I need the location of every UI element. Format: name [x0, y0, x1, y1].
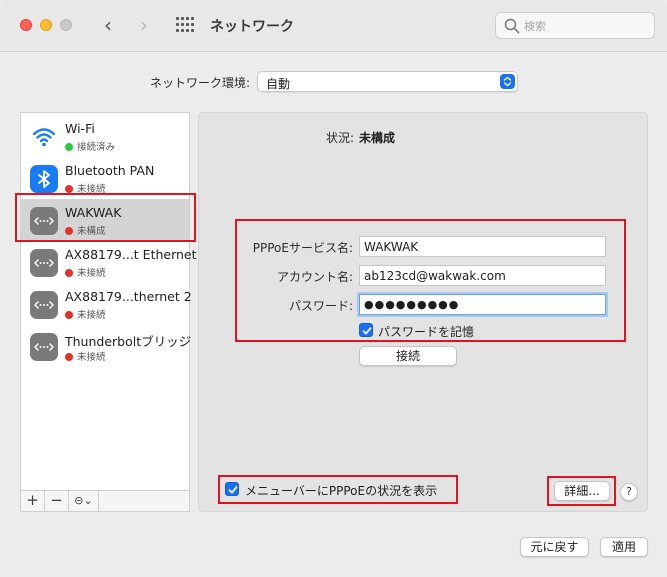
location-value: 自動: [266, 77, 291, 91]
status-dot-icon: [65, 142, 73, 151]
service-item-wifi[interactable]: Wi-Fi 接続済み: [21, 115, 189, 157]
connect-button[interactable]: 接続: [359, 346, 457, 366]
advanced-button[interactable]: 詳細...: [554, 481, 610, 501]
forward-chevron-icon[interactable]: ›: [134, 14, 154, 36]
show-all-grid-icon[interactable]: [176, 17, 194, 33]
zoom-window-button[interactable]: [60, 19, 72, 31]
action-menu-button[interactable]: ⊝⌄: [69, 491, 99, 511]
status-value: 未構成: [359, 131, 396, 145]
help-button[interactable]: ?: [620, 483, 638, 501]
service-name-field[interactable]: [359, 236, 606, 257]
location-label: ネットワーク環境:: [150, 76, 251, 90]
show-pppoe-status-checkbox[interactable]: [225, 482, 239, 496]
checkmark-icon: [228, 486, 238, 494]
close-window-button[interactable]: [20, 19, 32, 31]
revert-button[interactable]: 元に戻す: [520, 537, 589, 557]
status-dot-icon: [65, 310, 73, 319]
remove-service-button[interactable]: −: [45, 491, 69, 511]
account-name-label: アカウント名:: [276, 270, 353, 284]
bluetooth-icon: [30, 165, 58, 193]
network-preferences-window: ‹ › ネットワーク ネットワーク環境: 自動: [0, 0, 667, 577]
apply-button[interactable]: 適用: [600, 537, 648, 557]
ethernet-icon: [30, 207, 58, 235]
service-status: 未構成: [65, 223, 106, 237]
service-status: 未接続: [65, 307, 106, 321]
status-dot-icon: [65, 268, 73, 277]
service-list-toolbar: + − ⊝⌄: [20, 490, 190, 512]
status-dot-icon: [65, 184, 73, 193]
ethernet-icon: [30, 333, 58, 361]
service-item-wakwak[interactable]: WAKWAK 未構成: [21, 199, 189, 241]
service-item-bluetooth-pan[interactable]: Bluetooth PAN 未接続: [21, 157, 189, 199]
search-field[interactable]: [495, 12, 655, 39]
password-field[interactable]: ●●●●●●●●●: [359, 294, 606, 315]
password-label: パスワード:: [288, 299, 353, 313]
service-item-ax88179-ethernet[interactable]: AX88179...t Ethernet 未接続: [21, 241, 197, 283]
show-pppoe-status-label: メニューバーにPPPoEの状況を表示: [245, 484, 438, 498]
status-dot-icon: [65, 352, 73, 361]
remember-password-checkbox[interactable]: [359, 323, 373, 337]
ethernet-icon: [30, 249, 58, 277]
remember-password-label: パスワードを記憶: [378, 325, 475, 339]
minimize-window-button[interactable]: [40, 19, 52, 31]
service-status: 接続済み: [65, 139, 115, 153]
service-name: WAKWAK: [65, 205, 122, 220]
service-name-label: PPPoEサービス名:: [252, 241, 353, 255]
service-name: AX88179...thernet 2: [65, 289, 192, 304]
ethernet-icon: [30, 291, 58, 319]
window-title: ネットワーク: [210, 19, 294, 35]
service-list: Wi-Fi 接続済み Bluetooth PAN 未接続 WAKWAK 未構成 …: [20, 112, 197, 512]
service-item-thunderbolt-bridge[interactable]: Thunderboltブリッジ 未接続: [21, 325, 192, 367]
service-name: Bluetooth PAN: [65, 163, 155, 178]
service-name: Thunderboltブリッジ: [65, 334, 192, 349]
status-dot-icon: [65, 226, 73, 235]
service-status: 未接続: [65, 349, 106, 363]
service-status: 未接続: [65, 265, 106, 279]
search-input[interactable]: [524, 17, 648, 35]
updown-chevron-icon: [500, 74, 515, 89]
status-label: 状況:: [326, 131, 355, 145]
search-icon: [504, 18, 520, 34]
service-item-ax88179-ethernet-2[interactable]: AX88179...thernet 2 未接続: [21, 283, 192, 325]
account-name-field[interactable]: [359, 265, 606, 286]
add-service-button[interactable]: +: [21, 491, 45, 511]
service-status: 未接続: [65, 181, 106, 195]
wifi-icon: [30, 123, 58, 151]
service-name: Wi-Fi: [65, 121, 95, 136]
location-select[interactable]: 自動: [257, 71, 518, 92]
checkmark-icon: [362, 327, 372, 335]
title-bar: ‹ › ネットワーク: [0, 0, 667, 52]
back-chevron-icon[interactable]: ‹: [98, 14, 118, 36]
service-name: AX88179...t Ethernet: [65, 247, 197, 262]
